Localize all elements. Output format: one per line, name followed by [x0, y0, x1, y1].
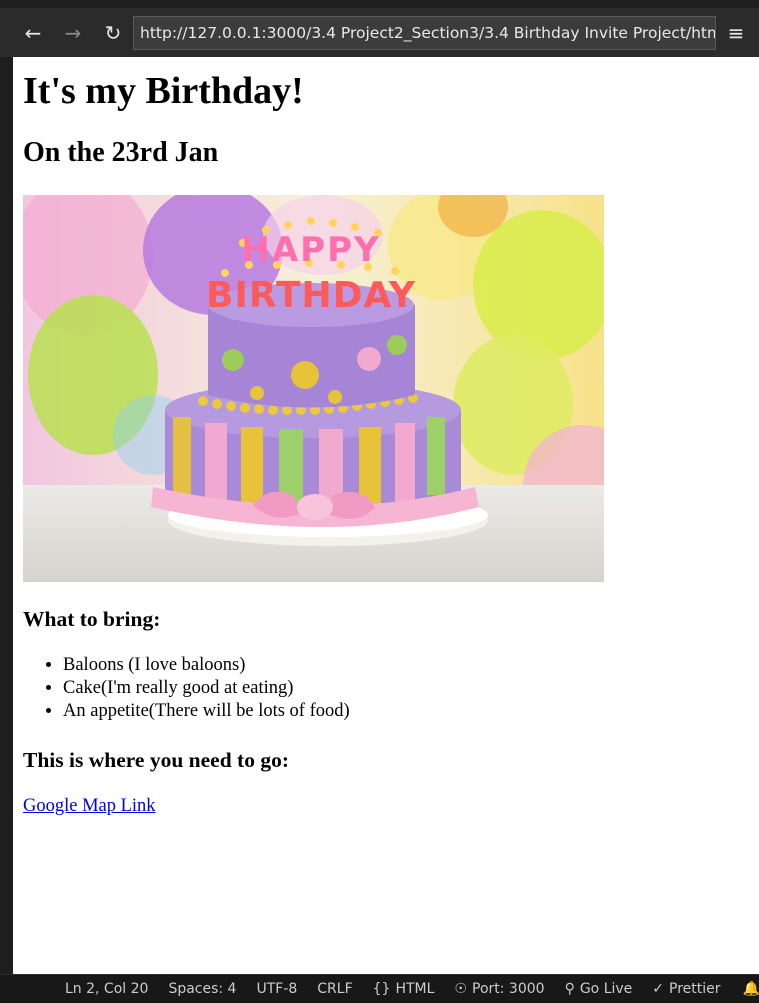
- url-bar[interactable]: http://127.0.0.1:3000/3.4 Project2_Secti…: [133, 15, 716, 50]
- bell-icon: 🔔: [742, 981, 759, 997]
- status-bar: Ln 2, Col 20 Spaces: 4 UTF-8 CRLF {} HTM…: [0, 974, 759, 1003]
- date-heading: On the 23rd Jan: [23, 137, 219, 168]
- go-live-button[interactable]: ⚲ Go Live: [565, 981, 633, 997]
- arrow-left-icon: ←: [24, 20, 42, 45]
- eol-setting[interactable]: CRLF: [317, 981, 352, 997]
- language-mode[interactable]: {} HTML: [373, 981, 435, 997]
- double-check-icon: ✓: [652, 981, 665, 997]
- bring-heading: What to bring:: [23, 607, 161, 631]
- menu-button[interactable]: ≡: [717, 13, 755, 53]
- arrow-right-icon: →: [64, 20, 82, 45]
- radio-tower-icon: ⚲: [564, 981, 575, 997]
- hamburger-menu-icon: ≡: [727, 20, 745, 45]
- go-live-label: Go Live: [579, 981, 633, 997]
- eol-label: CRLF: [317, 981, 353, 997]
- port-label: Port: 3000: [472, 981, 545, 997]
- bring-list: Baloons (I love baloons) Cake(I'm really…: [23, 654, 749, 723]
- where-heading: This is where you need to go:: [23, 748, 289, 772]
- page-title: It's my Birthday!: [23, 70, 304, 112]
- list-item: Baloons (I love baloons): [63, 654, 749, 677]
- list-item: An appetite(There will be lots of food): [63, 700, 749, 723]
- broadcast-icon: ☉: [454, 981, 467, 997]
- language-label: HTML: [395, 981, 435, 997]
- forward-button[interactable]: →: [53, 13, 93, 53]
- encoding-setting[interactable]: UTF-8: [256, 981, 297, 997]
- list-item: Cake(I'm really good at eating): [63, 677, 749, 700]
- birthday-cake-image: HAPPY BIRTHDAY: [23, 195, 604, 582]
- reload-icon: ↻: [104, 20, 122, 45]
- browser-toolbar: ← → ↻ http://127.0.0.1:3000/3.4 Project2…: [0, 0, 759, 57]
- notifications-button[interactable]: 🔔: [743, 981, 759, 997]
- braces-icon: {}: [372, 981, 391, 997]
- reload-button[interactable]: ↻: [93, 13, 133, 53]
- cake-text-happy: HAPPY: [241, 230, 380, 270]
- indentation-label: Spaces: 4: [168, 981, 237, 997]
- back-button[interactable]: ←: [13, 13, 53, 53]
- cake-text-birthday: BIRTHDAY: [206, 275, 416, 316]
- google-map-link[interactable]: Google Map Link: [23, 795, 156, 818]
- cursor-position-label: Ln 2, Col 20: [65, 981, 149, 997]
- page-content: It's my Birthday! On the 23rd Jan HAPPY …: [13, 57, 759, 974]
- cursor-position[interactable]: Ln 2, Col 20: [65, 981, 148, 997]
- prettier-status[interactable]: ✓ Prettier: [652, 981, 720, 997]
- editor-gutter: [0, 57, 13, 974]
- live-server-port[interactable]: ☉ Port: 3000: [454, 981, 544, 997]
- encoding-label: UTF-8: [256, 981, 298, 997]
- prettier-label: Prettier: [669, 981, 721, 997]
- indentation-setting[interactable]: Spaces: 4: [168, 981, 236, 997]
- url-text: http://127.0.0.1:3000/3.4 Project2_Secti…: [140, 23, 716, 42]
